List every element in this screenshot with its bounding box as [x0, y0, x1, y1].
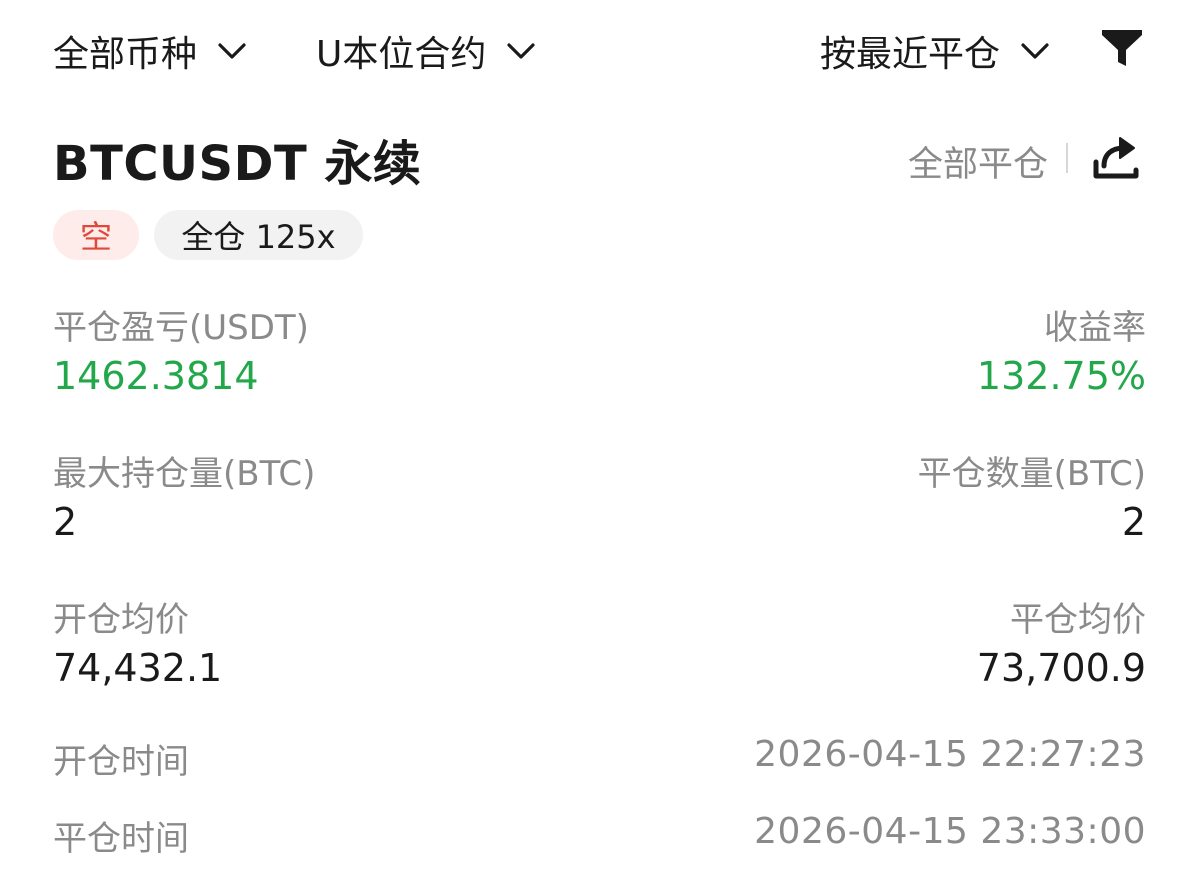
direction-tag: 空	[53, 210, 139, 260]
divider	[1066, 143, 1068, 173]
margin-mode-tag: 全仓 125x	[154, 210, 363, 260]
avg-open-price-value: 74,432.1	[53, 646, 223, 690]
coin-filter-label: 全部币种	[53, 34, 198, 75]
position-symbol-title: BTCUSDT 永续	[53, 136, 422, 192]
close-all-button[interactable]: 全部平仓	[908, 136, 1048, 187]
open-time-label: 开仓时间	[53, 742, 189, 782]
roe-value: 132.75%	[976, 354, 1146, 398]
contract-type-label: U本位合约	[316, 34, 487, 75]
open-time-value: 2026-04-15 22:27:23	[754, 734, 1146, 775]
max-position-label: 最大持仓量(BTC)	[53, 454, 316, 494]
chevron-down-icon	[1020, 41, 1050, 61]
contract-type-dropdown[interactable]: U本位合约	[316, 24, 536, 78]
closed-qty-value: 2	[1121, 500, 1146, 544]
realized-pnl-label: 平仓盈亏(USDT)	[53, 308, 309, 348]
avg-open-price-label: 开仓均价	[53, 600, 189, 640]
realized-pnl-value: 1462.3814	[53, 354, 259, 398]
avg-close-price-label: 平仓均价	[1010, 600, 1146, 640]
max-position-value: 2	[53, 500, 78, 544]
avg-close-price-value: 73,700.9	[976, 646, 1146, 690]
roe-label: 收益率	[1044, 308, 1146, 348]
closed-qty-label: 平仓数量(BTC)	[917, 454, 1146, 494]
share-icon[interactable]	[1090, 132, 1142, 182]
chevron-down-icon	[506, 41, 536, 61]
sort-label: 按最近平仓	[820, 34, 1001, 75]
close-time-label: 平仓时间	[53, 819, 189, 859]
coin-filter-dropdown[interactable]: 全部币种	[53, 24, 247, 78]
chevron-down-icon	[217, 41, 247, 61]
filter-funnel-icon[interactable]	[1100, 26, 1144, 70]
close-time-value: 2026-04-15 23:33:00	[754, 811, 1146, 852]
sort-dropdown[interactable]: 按最近平仓	[820, 24, 1050, 78]
